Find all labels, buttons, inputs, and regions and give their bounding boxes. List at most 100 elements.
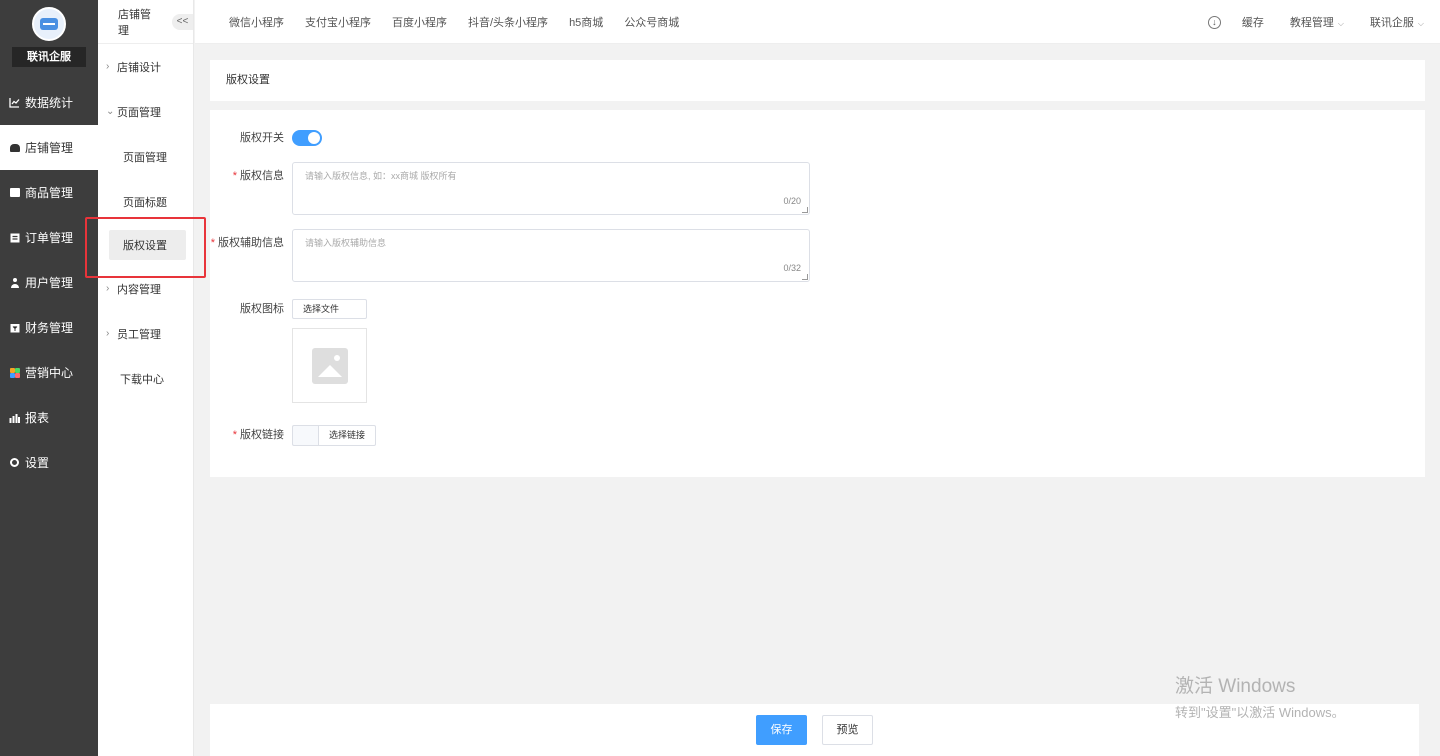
nav-item-order-manage[interactable]: 订单管理 bbox=[0, 215, 98, 260]
nav-item-label: 营销中心 bbox=[25, 366, 74, 380]
subnav-staff-manage[interactable]: › 员工管理 bbox=[98, 311, 193, 356]
char-counter: 0/20 bbox=[783, 196, 801, 206]
link-row: * 版权链接 选择链接 bbox=[210, 425, 377, 446]
page-title: 版权设置 bbox=[210, 60, 1425, 101]
resize-handle-icon[interactable] bbox=[802, 207, 808, 213]
switch-row: 版权开关 bbox=[210, 130, 322, 146]
preview-button[interactable]: 预览 bbox=[822, 715, 873, 745]
logo[interactable] bbox=[32, 7, 66, 41]
char-counter: 0/32 bbox=[783, 263, 801, 273]
choose-file-button[interactable]: 选择文件 bbox=[292, 299, 367, 319]
link-value-box[interactable] bbox=[292, 425, 318, 446]
subnav-content-manage[interactable]: › 内容管理 bbox=[98, 266, 193, 311]
aux-row: * 版权辅助信息 请输入版权辅助信息 0/32 bbox=[210, 229, 810, 282]
secondary-sidebar-title: 店铺管理 bbox=[118, 8, 151, 37]
copyright-toggle[interactable] bbox=[292, 130, 322, 146]
tutorial-menu[interactable]: 教程管理 ⌵ bbox=[1290, 14, 1344, 30]
copyright-form: 版权开关 * 版权信息 请输入版权信息, 如：xx商城 版权所有 0/20 * 版权… bbox=[210, 110, 1425, 477]
copyright-aux-placeholder: 请输入版权辅助信息 bbox=[305, 238, 387, 248]
brand-name: 联讯企服 bbox=[12, 47, 86, 67]
info-label: * 版权信息 bbox=[210, 162, 292, 183]
bar-chart-icon bbox=[9, 412, 20, 423]
nav-item-label: 数据统计 bbox=[25, 96, 74, 110]
copyright-info-placeholder: 请输入版权信息, 如：xx商城 版权所有 bbox=[305, 171, 457, 181]
finance-icon bbox=[9, 322, 20, 333]
subnav-label: 页面管理 bbox=[117, 106, 161, 119]
windows-activation-watermark: 激活 Windows 转到"设置"以激活 Windows。 bbox=[1175, 671, 1345, 721]
subnav-child-copyright-settings[interactable]: 版权设置 bbox=[109, 230, 186, 260]
user-icon bbox=[9, 277, 20, 288]
nav-item-reports[interactable]: 报表 bbox=[0, 395, 98, 440]
nav-item-product-manage[interactable]: 商品管理 bbox=[0, 170, 98, 215]
switch-label: 版权开关 bbox=[240, 132, 284, 144]
link-label: * 版权链接 bbox=[210, 425, 292, 446]
watermark-title: 激活 Windows bbox=[1175, 676, 1296, 697]
tab-douyin-miniprogram[interactable]: 抖音/头条小程序 bbox=[468, 14, 548, 30]
secondary-sidebar-header: 店铺管理 << bbox=[98, 0, 193, 44]
nav-item-label: 订单管理 bbox=[25, 231, 74, 245]
watermark-subtitle: 转到"设置"以激活 Windows。 bbox=[1175, 705, 1345, 720]
line-chart-icon bbox=[9, 97, 20, 108]
required-mark: * bbox=[232, 170, 237, 182]
subnav-store-design[interactable]: › 店铺设计 bbox=[98, 44, 193, 89]
gear-icon bbox=[9, 457, 20, 468]
nav-item-store-manage[interactable]: 店铺管理 bbox=[0, 125, 98, 170]
tutorial-menu-label: 教程管理 bbox=[1289, 17, 1334, 29]
nav-item-label: 商品管理 bbox=[25, 186, 74, 200]
top-bar: 微信小程序 支付宝小程序 百度小程序 抖音/头条小程序 h5商城 公众号商城 ↓… bbox=[195, 0, 1440, 44]
logo-icon bbox=[40, 18, 58, 30]
order-icon bbox=[9, 232, 20, 243]
chevron-right-icon: › bbox=[106, 61, 110, 72]
copyright-info-input[interactable]: 请输入版权信息, 如：xx商城 版权所有 0/20 bbox=[292, 162, 810, 215]
subnav-page-manage[interactable]: ⌄ 页面管理 bbox=[98, 89, 193, 134]
image-placeholder-icon bbox=[311, 347, 348, 384]
link-picker: 选择链接 bbox=[292, 425, 377, 446]
download-icon[interactable]: ↓ bbox=[1207, 15, 1221, 29]
subnav-label: 内容管理 bbox=[117, 283, 161, 296]
nav-item-label: 财务管理 bbox=[25, 321, 74, 335]
choose-link-button[interactable]: 选择链接 bbox=[318, 425, 377, 446]
required-mark: * bbox=[232, 429, 237, 441]
nav-item-label: 店铺管理 bbox=[25, 141, 74, 155]
account-menu-label: 联讯企服 bbox=[1369, 17, 1414, 29]
marketing-icon bbox=[9, 367, 20, 378]
nav-item-data-stats[interactable]: 数据统计 bbox=[0, 80, 98, 125]
store-icon bbox=[9, 142, 20, 153]
save-button[interactable]: 保存 bbox=[756, 715, 807, 745]
main-sidebar: 联讯企服 数据统计 店铺管理 商品管理 订单管理 用户管理 财务管理 营销中心 … bbox=[0, 0, 98, 756]
nav-item-marketing-center[interactable]: 营销中心 bbox=[0, 350, 98, 395]
aux-label: * 版权辅助信息 bbox=[210, 229, 292, 250]
tab-wechat-miniprogram[interactable]: 微信小程序 bbox=[229, 14, 284, 30]
tab-alipay-miniprogram[interactable]: 支付宝小程序 bbox=[305, 14, 371, 30]
nav-item-settings[interactable]: 设置 bbox=[0, 440, 98, 485]
cache-button[interactable]: 缓存 bbox=[1242, 14, 1264, 30]
aux-label-text: 版权辅助信息 bbox=[218, 237, 284, 249]
subnav-child-page-title[interactable]: 页面标题 bbox=[98, 179, 193, 224]
link-label-text: 版权链接 bbox=[240, 429, 284, 441]
collapse-sidebar-button[interactable]: << bbox=[172, 13, 193, 30]
info-row: * 版权信息 请输入版权信息, 如：xx商城 版权所有 0/20 bbox=[210, 162, 810, 215]
tab-official-account-mall[interactable]: 公众号商城 bbox=[624, 14, 679, 30]
nav-item-finance-manage[interactable]: 财务管理 bbox=[0, 305, 98, 350]
copyright-aux-input[interactable]: 请输入版权辅助信息 0/32 bbox=[292, 229, 810, 282]
top-bar-actions: ↓ 缓存 教程管理 ⌵ 联讯企服 ⌵ bbox=[1207, 0, 1424, 44]
resize-handle-icon[interactable] bbox=[802, 274, 808, 280]
required-mark: * bbox=[210, 237, 215, 249]
nav-item-label: 设置 bbox=[25, 456, 50, 470]
chevron-down-icon: ⌵ bbox=[1417, 19, 1424, 28]
icon-preview[interactable] bbox=[292, 328, 367, 403]
tab-h5-mall[interactable]: h5商城 bbox=[569, 14, 603, 30]
subnav-child-page-manage[interactable]: 页面管理 bbox=[98, 134, 193, 179]
info-label-text: 版权信息 bbox=[240, 170, 284, 182]
icon-upload-area: 选择文件 bbox=[292, 299, 367, 403]
account-menu[interactable]: 联讯企服 ⌵ bbox=[1370, 14, 1424, 30]
product-icon bbox=[9, 187, 20, 198]
nav-item-user-manage[interactable]: 用户管理 bbox=[0, 260, 98, 305]
subnav-label: 员工管理 bbox=[117, 328, 161, 341]
secondary-sidebar: 店铺管理 << › 店铺设计 ⌄ 页面管理 页面管理 页面标题 版权设置 › 内… bbox=[98, 0, 194, 756]
icon-row: 版权图标 选择文件 bbox=[210, 299, 367, 403]
tab-baidu-miniprogram[interactable]: 百度小程序 bbox=[392, 14, 447, 30]
subnav-download-center[interactable]: 下载中心 bbox=[98, 356, 193, 401]
chevron-down-icon: ⌵ bbox=[1337, 19, 1344, 28]
chevron-right-icon: › bbox=[106, 283, 110, 294]
